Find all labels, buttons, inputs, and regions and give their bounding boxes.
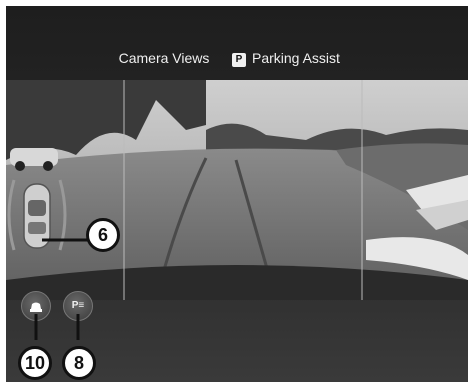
- parking-badge-icon: P: [232, 53, 246, 67]
- tab-parking-assist[interactable]: P Parking Assist: [232, 50, 340, 76]
- callout-parking-sensors-button: 8: [62, 346, 96, 380]
- tab-parking-assist-label: Parking Assist: [252, 50, 340, 66]
- callout-camera-view-button: 10: [18, 346, 52, 380]
- callout-vehicle-symbol: 6: [86, 218, 120, 252]
- tab-camera-views-label: Camera Views: [118, 50, 210, 66]
- tab-camera-views[interactable]: Camera Views: [106, 50, 222, 82]
- callout-leader-lines: [34, 314, 80, 340]
- display-screen: Camera Views P Parking Assist 6 P≡ 10 8: [6, 6, 468, 382]
- view-tabs: Camera Views P Parking Assist: [6, 42, 468, 82]
- rear-camera-image: [6, 80, 468, 300]
